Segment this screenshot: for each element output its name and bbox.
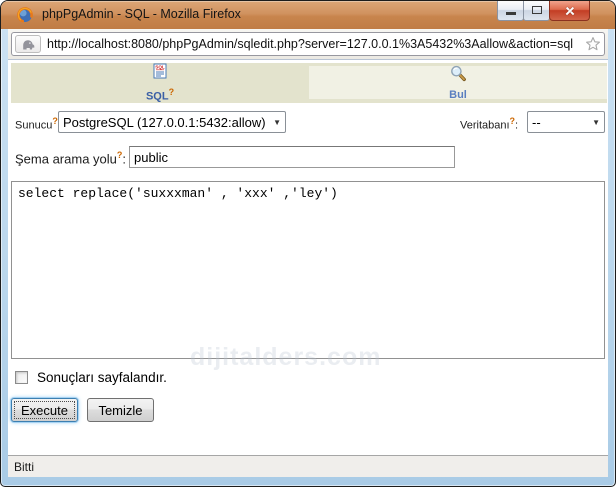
tab-bar: SQL SQL?: [11, 63, 607, 103]
button-row: Execute Temizle: [8, 398, 608, 424]
database-select-value: --: [532, 115, 588, 130]
server-label: Sunucu?:: [15, 116, 61, 132]
page-content: SQL SQL?: [8, 60, 608, 455]
close-button[interactable]: [549, 1, 590, 21]
url-bar[interactable]: http://localhost:8080/phpPgAdmin/sqledit…: [11, 32, 605, 56]
server-select-value: PostgreSQL (127.0.0.1:5432:allow): [63, 115, 269, 130]
bookmark-star-icon[interactable]: [582, 36, 604, 52]
tab-find-fill: Bul: [309, 66, 607, 99]
minimize-button[interactable]: [497, 1, 524, 21]
minimize-icon: [506, 12, 516, 15]
schema-input[interactable]: [129, 146, 455, 168]
database-label: Veritabanı?:: [460, 116, 518, 132]
close-icon: [564, 5, 576, 17]
url-text[interactable]: http://localhost:8080/phpPgAdmin/sqledit…: [47, 37, 582, 51]
window-controls: [498, 1, 590, 21]
window-title: phpPgAdmin - SQL - Mozilla Firefox: [42, 7, 241, 21]
tab-sql[interactable]: SQL SQL?: [11, 63, 309, 103]
magnifier-icon: [449, 64, 467, 87]
browser-window: phpPgAdmin - SQL - Mozilla Firefox http:…: [0, 0, 616, 487]
paginate-label: Sonuçları sayfalandır.: [37, 370, 167, 385]
server-select[interactable]: PostgreSQL (127.0.0.1:5432:allow) ▼: [58, 111, 286, 133]
paginate-row: Sonuçları sayfalandır.: [8, 368, 608, 388]
status-text: Bitti: [14, 460, 34, 474]
dropdown-arrow-icon: ▼: [592, 118, 600, 127]
execute-button[interactable]: Execute: [11, 398, 78, 422]
tab-sql-label: SQL?: [146, 86, 174, 103]
firefox-icon: [16, 6, 34, 24]
database-select[interactable]: -- ▼: [527, 111, 605, 133]
paginate-checkbox[interactable]: [15, 371, 28, 384]
schema-label: Şema arama yolu?:: [15, 150, 126, 166]
server-database-row: Sunucu?: PostgreSQL (127.0.0.1:5432:allo…: [8, 111, 608, 135]
svg-text:SQL: SQL: [155, 65, 165, 70]
tab-find-label: Bul: [449, 89, 467, 101]
title-bar[interactable]: phpPgAdmin - SQL - Mozilla Firefox: [1, 1, 615, 29]
postgresql-elephant-icon: [20, 37, 36, 51]
maximize-button[interactable]: [523, 1, 550, 21]
tab-find[interactable]: Bul: [309, 63, 607, 103]
sql-document-icon: SQL: [152, 63, 168, 84]
status-bar: Bitti: [8, 455, 608, 477]
navigation-toolbar: http://localhost:8080/phpPgAdmin/sqledit…: [8, 29, 608, 60]
sql-textarea[interactable]: select replace('suxxxman' , 'xxx' ,'ley'…: [11, 181, 605, 359]
sql-help-marker[interactable]: ?: [169, 87, 175, 97]
site-favicon-pill[interactable]: [15, 35, 41, 53]
dropdown-arrow-icon: ▼: [273, 118, 281, 127]
schema-row: Şema arama yolu?:: [8, 146, 608, 170]
clear-button[interactable]: Temizle: [87, 398, 154, 422]
maximize-icon: [532, 6, 542, 14]
